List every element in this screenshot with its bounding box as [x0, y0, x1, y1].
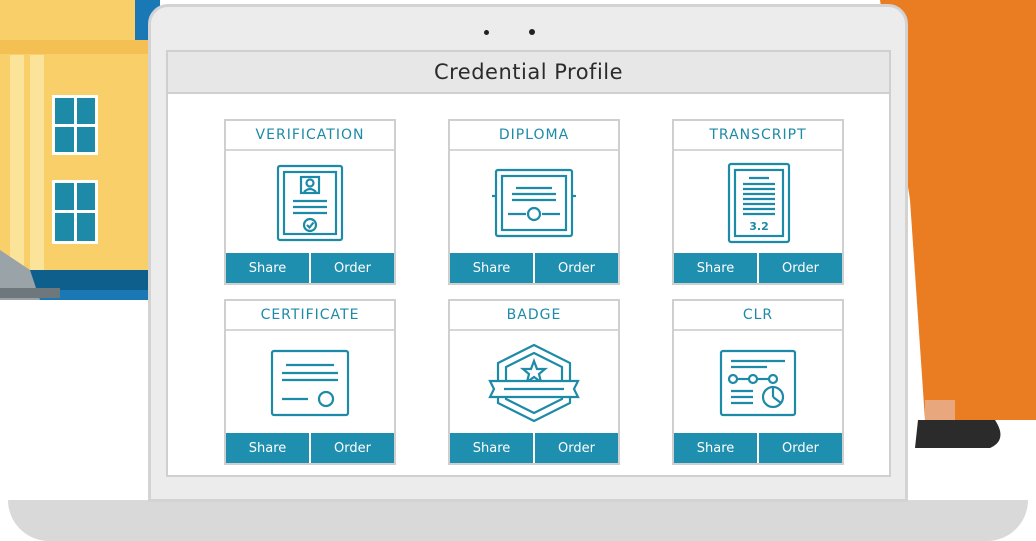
card-title: TRANSCRIPT [674, 121, 842, 151]
order-button[interactable]: Order [759, 253, 842, 283]
card-actions: Share Order [450, 253, 618, 283]
page-title: Credential Profile [433, 60, 624, 84]
order-button[interactable]: Order [535, 253, 618, 283]
share-button[interactable]: Share [226, 433, 311, 463]
share-button[interactable]: Share [674, 433, 759, 463]
transcript-icon: 3.2 [674, 151, 842, 255]
credential-card-transcript: TRANSCRIPT 3.2 Share Order [672, 119, 844, 285]
camera-dot [529, 29, 535, 35]
credential-card-verification: VERIFICATION Share Order [224, 119, 396, 285]
share-button[interactable]: Share [450, 253, 535, 283]
share-button[interactable]: Share [450, 433, 535, 463]
credential-card-diploma: DIPLOMA Share Order [448, 119, 620, 285]
order-button[interactable]: Order [535, 433, 618, 463]
card-actions: Share Order [226, 433, 394, 463]
laptop-base [8, 500, 1028, 541]
card-actions: Share Order [674, 433, 842, 463]
credential-card-badge: BADGE Share Order [448, 299, 620, 465]
card-title: DIPLOMA [450, 121, 618, 151]
card-actions: Share Order [226, 253, 394, 283]
certificate-icon [226, 331, 394, 435]
card-title: VERIFICATION [226, 121, 394, 151]
camera-dot [484, 30, 489, 35]
verification-document-icon [226, 151, 394, 255]
laptop-screen: Credential Profile VERIFICATION Share Or… [166, 50, 891, 477]
share-button[interactable]: Share [226, 253, 311, 283]
card-actions: Share Order [674, 253, 842, 283]
card-title: CERTIFICATE [226, 301, 394, 331]
card-title: BADGE [450, 301, 618, 331]
order-button[interactable]: Order [311, 253, 394, 283]
credential-card-certificate: CERTIFICATE Share Order [224, 299, 396, 465]
credential-card-clr: CLR Share Order [672, 299, 844, 465]
diploma-icon [450, 151, 618, 255]
laptop-frame: Credential Profile VERIFICATION Share Or… [148, 4, 908, 502]
card-title: CLR [674, 301, 842, 331]
card-actions: Share Order [450, 433, 618, 463]
order-button[interactable]: Order [311, 433, 394, 463]
house-illustration [0, 0, 148, 300]
order-button[interactable]: Order [759, 433, 842, 463]
title-bar: Credential Profile [168, 52, 889, 94]
clr-record-icon [674, 331, 842, 435]
share-button[interactable]: Share [674, 253, 759, 283]
transcript-gpa-text: 3.2 [749, 220, 769, 233]
badge-star-icon [450, 331, 618, 435]
